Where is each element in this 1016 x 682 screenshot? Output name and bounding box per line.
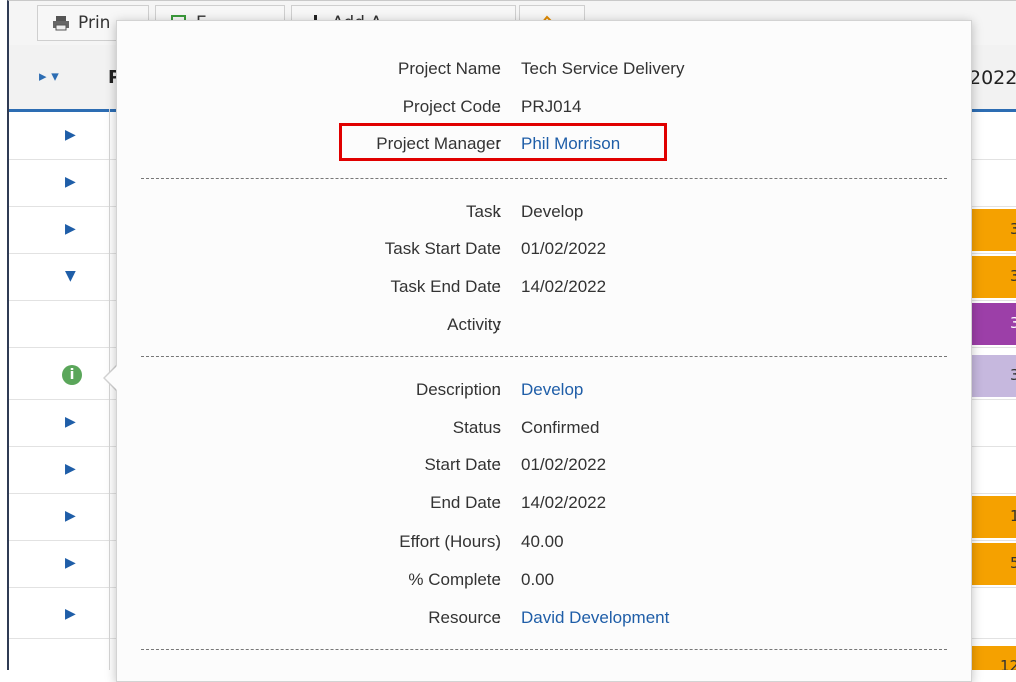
- effort-field: Effort (Hours) : 40.00: [117, 532, 971, 556]
- description-link[interactable]: Develop: [521, 380, 583, 400]
- task-field: Task : Develop: [117, 202, 971, 226]
- gantt-bar[interactable]: 5: [972, 543, 1016, 585]
- divider: [141, 178, 947, 179]
- colon: :: [496, 608, 501, 627]
- divider: [141, 356, 947, 357]
- gantt-bar[interactable]: 3: [972, 355, 1016, 397]
- colon: :: [496, 315, 501, 334]
- description-label: Description: [415, 380, 501, 399]
- task-start-field: Task Start Date : 01/02/2022: [117, 239, 971, 263]
- gantt-bar[interactable]: 3: [972, 209, 1016, 251]
- project-name-label: Project Name: [398, 59, 501, 78]
- project-name-value: Tech Service Delivery: [521, 59, 685, 78]
- colon: :: [496, 380, 501, 399]
- colon: :: [496, 418, 501, 437]
- resource-link[interactable]: David Development: [521, 608, 669, 628]
- start-date-field: Start Date : 01/02/2022: [117, 455, 971, 479]
- task-end-label: Task End Date: [390, 277, 501, 296]
- colon: :: [496, 202, 501, 221]
- colon: :: [496, 532, 501, 551]
- resource-label: Resource: [428, 608, 501, 627]
- complete-label: % Complete: [408, 570, 501, 589]
- row-gutter: [37, 109, 110, 670]
- colon: :: [496, 277, 501, 296]
- gantt-bar[interactable]: 12: [972, 646, 1016, 670]
- project-code-value: PRJ014: [521, 97, 582, 116]
- project-manager-link[interactable]: Phil Morrison: [521, 134, 620, 154]
- project-code-field: Project Code : PRJ014: [117, 97, 971, 121]
- colon: :: [496, 97, 501, 116]
- task-detail-popup: Project Name : Tech Service Delivery Pro…: [116, 20, 972, 682]
- end-date-label: End Date: [430, 493, 501, 512]
- task-label: Task: [466, 202, 501, 221]
- gantt-bar[interactable]: 3: [972, 256, 1016, 298]
- effort-label: Effort (Hours): [399, 532, 501, 551]
- description-field: Description : Develop: [117, 380, 971, 404]
- start-date-value: 01/02/2022: [521, 455, 607, 474]
- activity-field: Activity :: [117, 315, 971, 339]
- resource-field: Resource : David Development: [117, 608, 971, 632]
- project-manager-field: Project Manager : Phil Morrison: [117, 134, 971, 158]
- gantt-bar[interactable]: 3: [972, 303, 1016, 345]
- end-date-field: End Date : 14/02/2022: [117, 493, 971, 517]
- start-date-label: Start Date: [424, 455, 501, 474]
- colon: :: [496, 134, 501, 153]
- expand-collapse-toggle[interactable]: ▸ ▾: [39, 67, 59, 85]
- printer-icon: [52, 15, 70, 31]
- status-label: Status: [452, 418, 501, 437]
- print-label: Prin: [78, 13, 111, 33]
- colon: :: [496, 59, 501, 78]
- project-name-field: Project Name : Tech Service Delivery: [117, 59, 971, 83]
- task-start-label: Task Start Date: [384, 239, 501, 258]
- task-start-value: 01/02/2022: [521, 239, 607, 258]
- end-date-value: 14/02/2022: [521, 493, 607, 512]
- task-value: Develop: [521, 202, 584, 221]
- status-field: Status : Confirmed: [117, 418, 971, 442]
- header-year: 2022: [969, 67, 1016, 89]
- colon: :: [496, 455, 501, 474]
- complete-value: 0.00: [521, 570, 555, 589]
- task-end-value: 14/02/2022: [521, 277, 607, 296]
- project-code-label: Project Code: [402, 97, 501, 116]
- colon: :: [496, 570, 501, 589]
- activity-label: Activity: [447, 315, 501, 334]
- project-manager-label: Project Manager: [376, 134, 501, 153]
- colon: :: [496, 493, 501, 512]
- divider: [141, 649, 947, 650]
- status-value: Confirmed: [521, 418, 600, 437]
- colon: :: [496, 239, 501, 258]
- effort-value: 40.00: [521, 532, 564, 551]
- popup-pointer-inner: [105, 366, 117, 390]
- gantt-bar[interactable]: 1: [972, 496, 1016, 538]
- task-end-field: Task End Date : 14/02/2022: [117, 277, 971, 301]
- complete-field: % Complete : 0.00: [117, 570, 971, 594]
